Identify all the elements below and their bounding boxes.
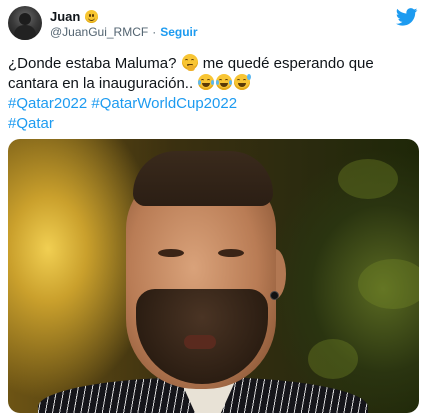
avatar-figure-head (19, 13, 31, 25)
tweet-card: Juan @JuanGui_RMCF · Seguir ¿Donde estab… (0, 0, 428, 418)
hashtag-link[interactable]: #Qatar (8, 115, 54, 132)
tweet-line-2: cantara en la inauguración.. (8, 74, 418, 94)
hashtag-link[interactable]: #QatarWorldCup2022 (91, 95, 237, 112)
earring (270, 291, 279, 300)
face-with-tears-of-joy-icon (198, 74, 215, 90)
thinking-face-icon (181, 54, 198, 71)
background-foliage (358, 259, 419, 309)
hashtag-line-1: #Qatar2022 #QatarWorldCup2022 (8, 94, 418, 114)
face-with-tears-of-joy-icon (216, 74, 233, 90)
open-mouth (184, 335, 216, 349)
background-foliage (338, 159, 398, 199)
tweet-media-image[interactable] (8, 139, 419, 413)
twitter-bird-icon[interactable] (396, 8, 418, 26)
separator-dot: · (152, 25, 157, 39)
tweet-text-part: me quedé esperando que (198, 55, 374, 72)
display-name[interactable]: Juan (50, 9, 80, 24)
handle-row: @JuanGui_RMCF · Seguir (50, 25, 198, 39)
tweet-line-1: ¿Donde estaba Maluma? me quedé esperando… (8, 54, 418, 74)
eye (218, 249, 244, 257)
user-handle[interactable]: @JuanGui_RMCF (50, 25, 148, 39)
avatar-figure-body (14, 25, 36, 40)
tweet-text-part: cantara en la inauguración.. (8, 75, 198, 92)
hair (133, 151, 273, 206)
eye (158, 249, 184, 257)
tweet-header: Juan @JuanGui_RMCF · Seguir (8, 6, 420, 40)
avatar[interactable] (8, 6, 42, 40)
tweet-text: ¿Donde estaba Maluma? me quedé esperando… (8, 54, 418, 134)
hashtag-line-2: #Qatar (8, 114, 418, 134)
name-row: Juan (50, 8, 99, 24)
grinning-face-with-sweat-icon (234, 74, 252, 90)
hashtag-link[interactable]: #Qatar2022 (8, 95, 87, 112)
tweet-text-part: ¿Donde estaba Maluma? (8, 55, 181, 72)
slightly-smiling-face-icon (85, 9, 99, 23)
follow-button[interactable]: Seguir (160, 25, 197, 39)
background-foliage (308, 339, 358, 379)
